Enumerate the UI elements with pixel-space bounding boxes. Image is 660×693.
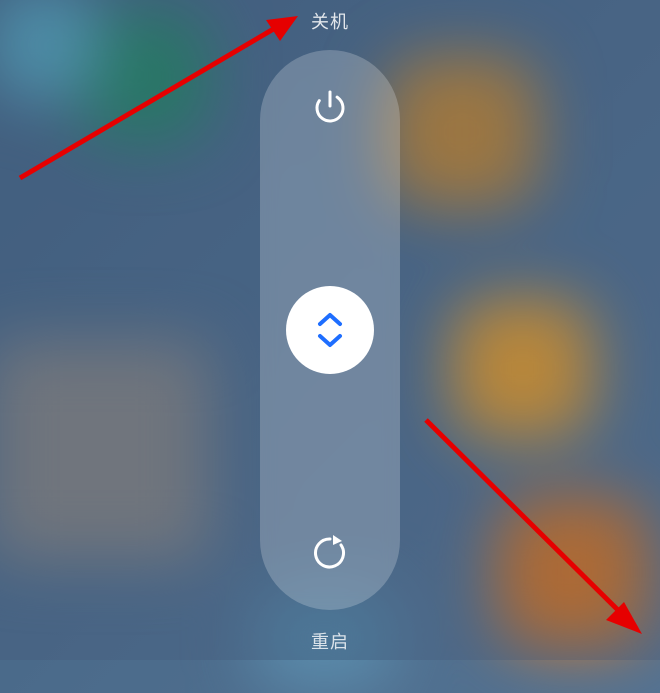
- power-slider-track[interactable]: [260, 50, 400, 610]
- power-icon: [305, 82, 355, 132]
- shutdown-label: 关机: [311, 8, 349, 34]
- restart-icon: [305, 528, 355, 578]
- chevron-down-icon: [316, 332, 344, 348]
- chevron-up-icon: [316, 312, 344, 328]
- slider-thumb[interactable]: [286, 286, 374, 374]
- restart-label: 重启: [311, 628, 349, 654]
